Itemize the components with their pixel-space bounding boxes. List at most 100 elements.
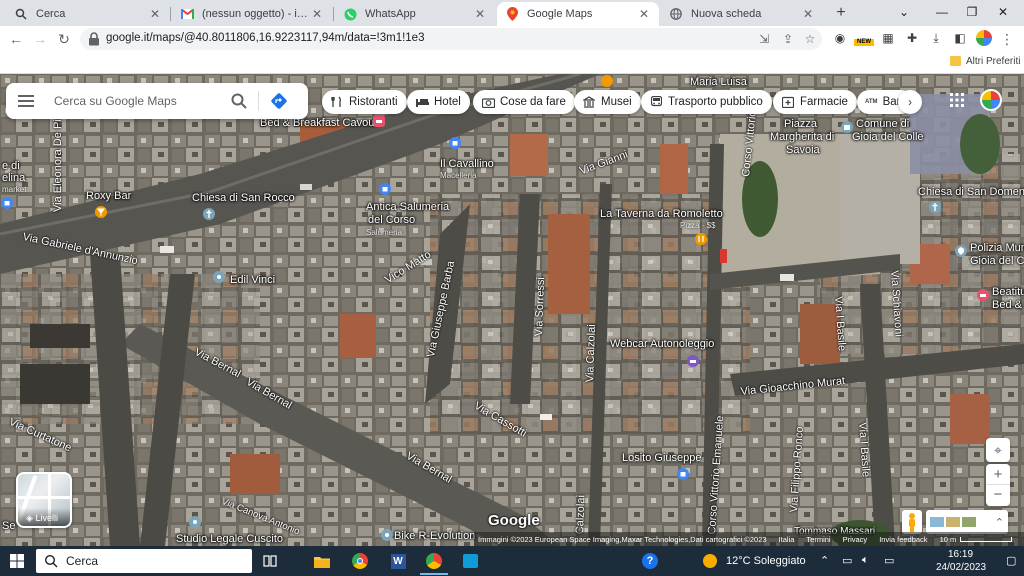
tab-gmail[interactable]: (nessun oggetto) - ing.colani ✕ xyxy=(172,2,332,26)
store-icon[interactable] xyxy=(460,551,480,571)
new-tab-button[interactable]: + xyxy=(832,4,850,22)
imagery-thumbnails[interactable]: ⌃ xyxy=(926,510,1008,534)
extension-camera-icon[interactable]: ◉ xyxy=(832,30,848,46)
close-icon[interactable]: ✕ xyxy=(473,7,487,21)
weather-sun-icon[interactable] xyxy=(700,551,720,571)
close-icon[interactable]: ✕ xyxy=(148,7,162,21)
place-label-bike-revolution[interactable]: Bike R-Evolution xyxy=(394,530,475,542)
maps-search-box[interactable]: Cerca su Google Maps xyxy=(6,83,308,119)
word-icon[interactable]: W xyxy=(388,551,408,571)
battery-icon[interactable]: ▭ xyxy=(884,554,894,567)
scale-label[interactable]: 10 m xyxy=(940,535,957,544)
tab-google-maps[interactable]: Google Maps ✕ xyxy=(497,2,659,26)
shop-pin-icon[interactable] xyxy=(676,467,690,481)
tab-whatsapp[interactable]: WhatsApp ✕ xyxy=(335,2,495,26)
minimize-button[interactable]: — xyxy=(931,2,953,22)
imagery-thumb[interactable] xyxy=(962,517,976,527)
address-bar[interactable]: google.it/maps/@40.8011806,16.9223117,94… xyxy=(80,28,822,50)
chip-trasporto-pubblico[interactable]: Trasporto pubblico xyxy=(641,90,772,114)
attribution-link-termini[interactable]: Termini xyxy=(806,535,830,544)
profile-avatar[interactable] xyxy=(976,30,992,46)
share-icon[interactable]: ⇪ xyxy=(780,31,796,47)
attribution-link-privacy[interactable]: Privacy xyxy=(843,535,868,544)
browser-menu-icon[interactable]: ⋮ xyxy=(1000,29,1014,49)
shop-pin-icon[interactable] xyxy=(0,196,14,210)
download-icon[interactable]: ⤓ xyxy=(928,30,944,46)
tab-search-button[interactable]: ⌄ xyxy=(893,2,915,22)
place-label-piazza-3[interactable]: Savoia xyxy=(786,144,820,156)
place-label-antica-salumeria[interactable]: Antica Salumeria xyxy=(366,201,449,213)
file-explorer-icon[interactable] xyxy=(312,551,332,571)
place-pin-icon[interactable] xyxy=(380,528,394,542)
bar-pin-icon[interactable] xyxy=(94,205,108,219)
place-label-left-2[interactable]: elina xyxy=(2,172,25,184)
chip-musei[interactable]: Musei xyxy=(574,90,641,114)
police-pin-icon[interactable] xyxy=(954,244,968,258)
weather-text[interactable]: 12°C Soleggiato xyxy=(726,555,806,567)
network-icon[interactable]: ▭ xyxy=(842,554,852,567)
extension-new-icon[interactable]: NEW xyxy=(854,30,874,46)
chrome-profile-icon[interactable] xyxy=(424,551,444,571)
imagery-thumb[interactable] xyxy=(946,517,960,527)
close-icon[interactable]: ✕ xyxy=(310,7,324,21)
zoom-out-button[interactable]: − xyxy=(986,485,1010,506)
hamburger-menu-icon[interactable] xyxy=(18,95,34,107)
back-button[interactable]: ← xyxy=(6,29,26,49)
layers-button[interactable]: ◈ Livelli xyxy=(16,472,72,528)
search-icon[interactable] xyxy=(230,92,248,110)
place-label-polizia[interactable]: Polizia Muni xyxy=(970,242,1024,254)
install-app-icon[interactable]: ⇲ xyxy=(756,31,772,47)
hotel-pin-icon[interactable] xyxy=(372,114,386,128)
pizza-pin-icon[interactable] xyxy=(694,232,708,246)
reload-button[interactable]: ↻ xyxy=(54,29,74,49)
tab-cerca[interactable]: Cerca ✕ xyxy=(6,2,170,26)
chips-next-button[interactable]: › xyxy=(898,90,922,114)
imagery-thumb[interactable] xyxy=(930,517,944,527)
side-panel-icon[interactable]: ◧ xyxy=(952,30,968,46)
satellite-map[interactable]: Via Eleonora De Pi Via Gabriele d'Annunz… xyxy=(0,74,1024,546)
street-view-pegman-button[interactable] xyxy=(902,510,922,534)
place-label-piazza-2[interactable]: Margherita di xyxy=(770,131,834,143)
place-label-roxy-bar[interactable]: Roxy Bar xyxy=(86,190,131,202)
place-label-comune-2[interactable]: Gioia del Colle xyxy=(852,131,924,143)
place-label-chiesa-san-rocco[interactable]: Chiesa di San Rocco xyxy=(192,192,295,204)
church-pin-icon[interactable] xyxy=(202,207,216,221)
hotel-pin-icon[interactable] xyxy=(976,288,990,302)
chevron-up-icon[interactable]: ⌃ xyxy=(995,516,1004,529)
chip-hotel[interactable]: Hotel xyxy=(407,90,470,114)
shop-pin-icon[interactable] xyxy=(448,136,462,150)
clock-date[interactable]: 24/02/2023 xyxy=(936,562,986,573)
shop-pin-icon[interactable] xyxy=(378,182,392,196)
place-label-webcar[interactable]: Webcar Autonoleggio xyxy=(610,338,714,350)
my-location-button[interactable]: ⌖ xyxy=(986,438,1010,462)
chip-ristoranti[interactable]: Ristoranti xyxy=(322,90,407,114)
place-label-taverna-romoletto[interactable]: La Taverna da Romoletto xyxy=(600,208,723,220)
chip-cose-da-fare[interactable]: Cose da fare xyxy=(473,90,575,114)
maps-account-avatar[interactable] xyxy=(980,89,1002,111)
taskbar-search-box[interactable]: Cerca xyxy=(36,549,252,573)
extension-grid-icon[interactable]: ▦ xyxy=(880,30,896,46)
bookmark-star-icon[interactable]: ☆ xyxy=(802,31,818,47)
place-pin-icon[interactable] xyxy=(188,515,202,529)
help-icon[interactable]: ? xyxy=(640,551,660,571)
close-window-button[interactable]: ✕ xyxy=(992,2,1014,22)
place-label-losito-giuseppe[interactable]: Losito Giuseppe xyxy=(622,452,702,464)
restore-button[interactable]: ❐ xyxy=(961,2,983,22)
google-apps-icon[interactable] xyxy=(950,93,964,107)
place-label-studio-legale[interactable]: Studio Legale Cuscito xyxy=(176,533,283,545)
place-label-left-1[interactable]: e di xyxy=(2,160,20,172)
place-label-comune[interactable]: Comune di xyxy=(856,118,909,130)
place-label-polizia-2[interactable]: Gioia del C xyxy=(970,255,1024,267)
place-pin-icon[interactable] xyxy=(212,270,226,284)
place-label-il-cavallino[interactable]: Il Cavallino xyxy=(440,158,494,170)
church-pin-icon[interactable] xyxy=(928,200,942,214)
place-label-antica-salumeria-2[interactable]: del Corso xyxy=(368,214,415,226)
close-icon[interactable]: ✕ xyxy=(637,7,651,21)
place-label-edil-vinci[interactable]: Edil Vinci xyxy=(230,274,275,286)
place-label-chiesa-san-domenico[interactable]: Chiesa di San Domeni xyxy=(918,186,1024,198)
car-rental-pin-icon[interactable] xyxy=(686,354,700,368)
place-label-piazza[interactable]: Piazza xyxy=(784,118,817,130)
clock-time[interactable]: 16:19 xyxy=(948,549,973,560)
close-icon[interactable]: ✕ xyxy=(801,7,815,21)
forward-button[interactable]: → xyxy=(30,29,50,49)
